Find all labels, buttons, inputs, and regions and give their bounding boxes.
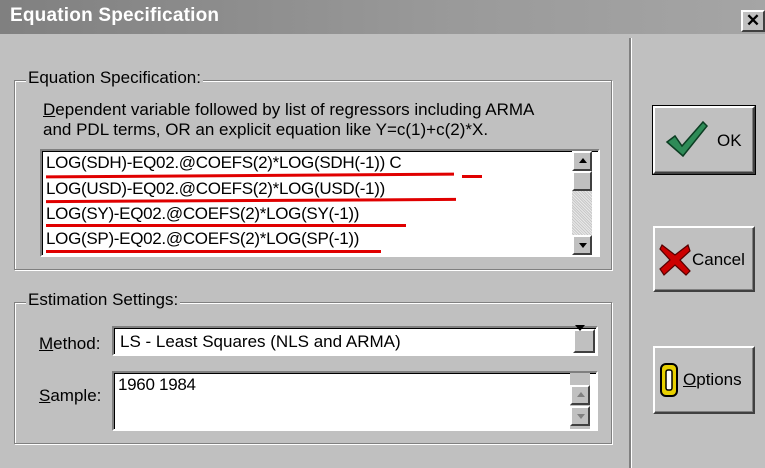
method-dropdown[interactable]: LS - Least Squares (NLS and ARMA) <box>112 325 598 356</box>
arrow-down-icon <box>579 243 587 248</box>
equation-scrollbar[interactable] <box>572 151 592 255</box>
method-dropdown-button[interactable] <box>573 325 595 353</box>
arrow-up-icon <box>577 392 585 397</box>
cancel-button[interactable]: Cancel <box>653 226 755 292</box>
equation-line: LOG(SP)-EQ02.@COEFS(2)*LOG(SP(-1)) <box>46 229 360 248</box>
dialog-separator <box>629 38 631 468</box>
ok-label: OK <box>717 131 742 150</box>
equation-line: LOG(SDH)-EQ02.@COEFS(2)*LOG(SDH(-1)) C <box>46 153 402 172</box>
scroll-thumb[interactable] <box>572 171 592 191</box>
equation-line: LOG(USD)-EQ02.@COEFS(2)*LOG(USD(-1)) <box>46 179 385 198</box>
close-icon: ✕ <box>745 11 761 30</box>
sample-textbox[interactable]: 1960 1984 <box>112 371 598 431</box>
scroll-up-button[interactable] <box>570 385 590 405</box>
method-value: LS - Least Squares (NLS and ARMA) <box>120 332 401 351</box>
method-label-text: ethod: <box>53 334 101 353</box>
sample-scrollbar[interactable] <box>570 373 590 429</box>
equation-hint-line2: and PDL terms, OR an explicit equation l… <box>43 120 489 139</box>
scroll-up-button[interactable] <box>572 151 592 171</box>
equation-specification-dialog: Equation Specification ✕ Equation Specif… <box>0 0 765 468</box>
options-button[interactable]: Options <box>653 346 755 414</box>
sample-label: Sample: <box>39 386 101 406</box>
annotation-underline <box>45 172 455 179</box>
annotation-underline <box>46 224 406 227</box>
scroll-down-button[interactable] <box>572 235 592 255</box>
window-title: Equation Specification <box>10 5 220 26</box>
method-label-mnemonic: M <box>39 334 54 353</box>
options-icon <box>660 363 678 397</box>
method-label: Method: <box>39 334 100 354</box>
options-label-text: ptions <box>696 370 742 389</box>
arrow-down-icon <box>577 414 585 419</box>
equation-textbox[interactable]: LOG(SDH)-EQ02.@COEFS(2)*LOG(SDH(-1)) C L… <box>40 149 600 257</box>
title-bar[interactable]: Equation Specification ✕ <box>0 0 765 34</box>
sample-value: 1960 1984 <box>118 375 196 394</box>
options-label-mnemonic: O <box>683 370 697 389</box>
equation-hint-line1-text: ependent variable followed by list of re… <box>55 100 535 119</box>
arrow-up-icon <box>579 158 587 163</box>
equation-line: LOG(SY)-EQ02.@COEFS(2)*LOG(SY(-1)) <box>46 204 360 223</box>
ok-button[interactable]: OK <box>652 105 756 175</box>
options-label: Options <box>683 370 742 390</box>
annotation-underline <box>462 175 482 178</box>
sample-label-text: ample: <box>50 386 102 405</box>
scroll-down-button[interactable] <box>570 406 590 426</box>
equation-hint: Dependent variable followed by list of r… <box>43 100 534 140</box>
sample-label-mnemonic: S <box>39 386 51 405</box>
chevron-down-icon <box>575 325 585 348</box>
checkmark-icon <box>665 120 709 158</box>
red-x-icon <box>659 244 691 276</box>
estimation-group-label: Estimation Settings: <box>26 290 181 310</box>
equation-hint-line1: Dependent variable followed by list of r… <box>43 100 535 119</box>
equation-group-label: Equation Specification: <box>26 68 203 88</box>
cancel-label: Cancel <box>692 250 745 269</box>
annotation-underline <box>46 250 381 253</box>
close-button[interactable]: ✕ <box>741 10 765 32</box>
